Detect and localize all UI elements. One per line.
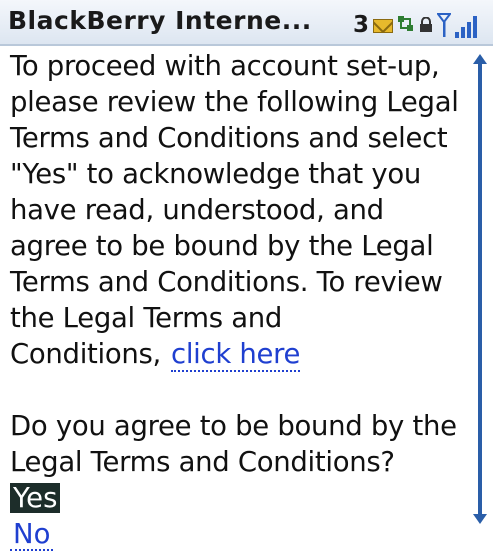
browser-screen: BlackBerry Interne... 3 To proceed with …	[0, 0, 493, 551]
app-title: BlackBerry Interne...	[8, 6, 312, 35]
antenna-icon	[436, 12, 452, 38]
terms-link[interactable]: click here	[171, 338, 300, 372]
yes-link[interactable]: Yes	[10, 483, 61, 513]
no-link[interactable]: No	[10, 519, 54, 551]
scroll-up-arrow-icon	[473, 54, 487, 64]
message-count: 3	[352, 12, 369, 38]
signal-icon	[455, 14, 479, 38]
page-content: To proceed with account set-up, please r…	[10, 48, 465, 552]
agree-question: Do you agree to be bound by the Legal Te…	[10, 410, 457, 478]
intro-paragraph: To proceed with account set-up, please r…	[10, 48, 465, 372]
title-bar: BlackBerry Interne... 3	[0, 0, 493, 46]
scroll-track	[478, 64, 482, 514]
intro-text: To proceed with account set-up, please r…	[10, 50, 459, 370]
lock-icon	[419, 16, 433, 33]
scrollbar[interactable]	[473, 54, 487, 524]
mail-icon	[373, 19, 393, 33]
network-icon	[397, 14, 415, 34]
scroll-down-arrow-icon	[473, 514, 487, 524]
status-icons: 3	[353, 8, 479, 38]
